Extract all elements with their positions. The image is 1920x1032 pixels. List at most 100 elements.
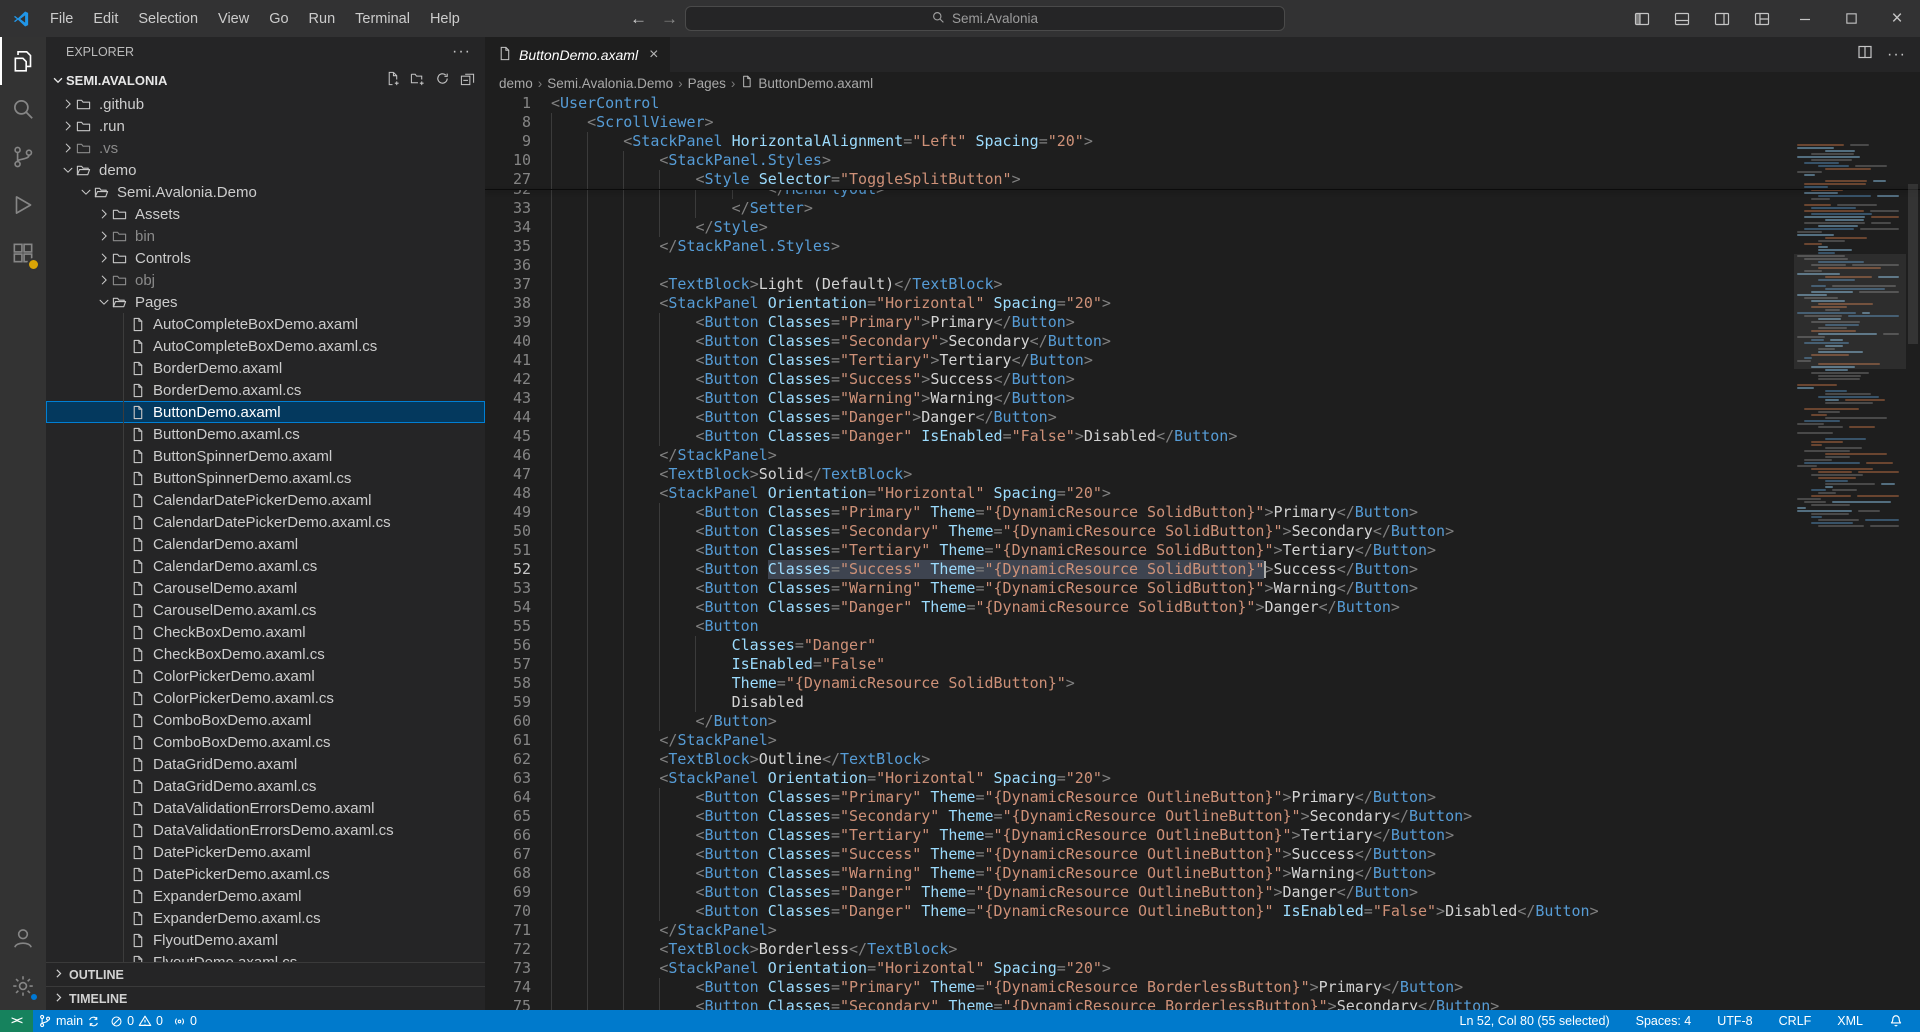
go-back-button[interactable]: ← [630, 9, 647, 29]
breadcrumb-item-pages[interactable]: Pages [688, 76, 726, 91]
tree-file-datavalidationerrorsdemo-axaml-cs[interactable]: DataValidationErrorsDemo.axaml.cs [46, 819, 485, 841]
code-line-39[interactable]: 39 <Button Classes="Primary">Primary</Bu… [485, 313, 1920, 332]
code-line-56[interactable]: 56 Classes="Danger" [485, 636, 1920, 655]
outline-section[interactable]: OUTLINE [46, 962, 485, 986]
code-line-63[interactable]: 63 <StackPanel Orientation="Horizontal" … [485, 769, 1920, 788]
chevron-down-icon[interactable] [60, 162, 76, 178]
menu-run[interactable]: Run [299, 6, 346, 32]
toggle-panel-icon[interactable] [1662, 0, 1702, 37]
explorer-more-actions-icon[interactable]: ··· [452, 43, 471, 61]
indentation-indicator[interactable]: Spaces: 4 [1631, 1010, 1697, 1032]
chevron-right-icon[interactable] [96, 250, 112, 266]
tree-file-autocompleteboxdemo-axaml-cs[interactable]: AutoCompleteBoxDemo.axaml.cs [46, 335, 485, 357]
code-line-64[interactable]: 64 <Button Classes="Primary" Theme="{Dyn… [485, 788, 1920, 807]
toggle-primary-sidebar-icon[interactable] [1622, 0, 1662, 37]
code-line-72[interactable]: 72 <TextBlock>Borderless</TextBlock> [485, 940, 1920, 959]
menu-help[interactable]: Help [420, 6, 470, 32]
search-box[interactable]: Semi.Avalonia [685, 6, 1285, 31]
tree-file-buttonspinnerdemo-axaml[interactable]: ButtonSpinnerDemo.axaml [46, 445, 485, 467]
go-forward-button[interactable]: → [661, 9, 678, 29]
branch-indicator[interactable]: main [33, 1010, 105, 1032]
code-line-75[interactable]: 75 <Button Classes="Secondary" Theme="{D… [485, 997, 1920, 1010]
activity-explorer-icon[interactable] [0, 37, 46, 85]
problems-indicator[interactable]: 0 0 [105, 1010, 168, 1032]
new-folder-icon[interactable] [410, 71, 425, 89]
tree-folder-assets[interactable]: Assets [46, 203, 485, 225]
minimap-slider[interactable] [1794, 254, 1906, 369]
tree-file-datagriddemo-axaml-cs[interactable]: DataGridDemo.axaml.cs [46, 775, 485, 797]
minimize-button[interactable] [1782, 0, 1828, 37]
cursor-position[interactable]: Ln 52, Col 80 (55 selected) [1455, 1010, 1615, 1032]
chevron-right-icon[interactable] [60, 96, 76, 112]
chevron-right-icon[interactable] [96, 228, 112, 244]
encoding-indicator[interactable]: UTF-8 [1712, 1010, 1757, 1032]
activity-search-icon[interactable] [0, 85, 46, 133]
tab-buttondemo-axaml[interactable]: ButtonDemo.axaml × [485, 37, 670, 72]
code-line-42[interactable]: 42 <Button Classes="Success">Success</Bu… [485, 370, 1920, 389]
code-line-36[interactable]: 36 [485, 256, 1920, 275]
collapse-folders-icon[interactable] [460, 71, 475, 89]
menu-go[interactable]: Go [259, 6, 298, 32]
menu-file[interactable]: File [40, 6, 83, 32]
code-line-38[interactable]: 38 <StackPanel Orientation="Horizontal" … [485, 294, 1920, 313]
split-editor-icon[interactable] [1857, 44, 1873, 65]
settings-gear-icon[interactable] [0, 962, 46, 1010]
timeline-section[interactable]: TIMELINE [46, 986, 485, 1010]
code-line-45[interactable]: 45 <Button Classes="Danger" IsEnabled="F… [485, 427, 1920, 446]
tree-file-expanderdemo-axaml-cs[interactable]: ExpanderDemo.axaml.cs [46, 907, 485, 929]
code-line-60[interactable]: 60 </Button> [485, 712, 1920, 731]
tab-close-icon[interactable]: × [649, 46, 658, 64]
minimap[interactable] [1794, 144, 1906, 534]
code-line-51[interactable]: 51 <Button Classes="Tertiary" Theme="{Dy… [485, 541, 1920, 560]
remote-indicator[interactable]: >< [0, 1010, 33, 1032]
code-line-53[interactable]: 53 <Button Classes="Warning" Theme="{Dyn… [485, 579, 1920, 598]
tree-file-calendardatepickerdemo-axaml[interactable]: CalendarDatePickerDemo.axaml [46, 489, 485, 511]
code-line-44[interactable]: 44 <Button Classes="Danger">Danger</Butt… [485, 408, 1920, 427]
ports-indicator[interactable]: 0 [168, 1010, 202, 1032]
tree-folder-controls[interactable]: Controls [46, 247, 485, 269]
activity-run-debug-icon[interactable] [0, 181, 46, 229]
code-line-1[interactable]: 1<UserControl [485, 94, 1920, 113]
tree-file-datepickerdemo-axaml[interactable]: DatePickerDemo.axaml [46, 841, 485, 863]
code-line-62[interactable]: 62 <TextBlock>Outline</TextBlock> [485, 750, 1920, 769]
code-line-70[interactable]: 70 <Button Classes="Danger" Theme="{Dyna… [485, 902, 1920, 921]
tree-folder--run[interactable]: .run [46, 115, 485, 137]
code-line-58[interactable]: 58 Theme="{DynamicResource SolidButton}"… [485, 674, 1920, 693]
menu-selection[interactable]: Selection [128, 6, 208, 32]
code-line-40[interactable]: 40 <Button Classes="Secondary">Secondary… [485, 332, 1920, 351]
code-line-43[interactable]: 43 <Button Classes="Warning">Warning</Bu… [485, 389, 1920, 408]
tree-folder--github[interactable]: .github [46, 93, 485, 115]
breadcrumb-item-buttondemo-axaml[interactable]: ButtonDemo.axaml [740, 75, 873, 91]
code-line-52[interactable]: 52 <Button Classes="Success" Theme="{Dyn… [485, 560, 1920, 579]
scrollbar-thumb[interactable] [1908, 184, 1918, 344]
code-line-54[interactable]: 54 <Button Classes="Danger" Theme="{Dyna… [485, 598, 1920, 617]
activity-extensions-icon[interactable] [0, 229, 46, 277]
tree-file-datagriddemo-axaml[interactable]: DataGridDemo.axaml [46, 753, 485, 775]
menu-terminal[interactable]: Terminal [345, 6, 420, 32]
tree-file-flyoutdemo-axaml[interactable]: FlyoutDemo.axaml [46, 929, 485, 951]
tree-file-colorpickerdemo-axaml-cs[interactable]: ColorPickerDemo.axaml.cs [46, 687, 485, 709]
tree-file-borderdemo-axaml-cs[interactable]: BorderDemo.axaml.cs [46, 379, 485, 401]
editor-scrollbar[interactable] [1906, 151, 1920, 1010]
tree-file-datavalidationerrorsdemo-axaml[interactable]: DataValidationErrorsDemo.axaml [46, 797, 485, 819]
maximize-button[interactable] [1828, 0, 1874, 37]
tree-file-calendardemo-axaml-cs[interactable]: CalendarDemo.axaml.cs [46, 555, 485, 577]
code-line-8[interactable]: 8 <ScrollViewer> [485, 113, 1920, 132]
customize-layout-icon[interactable] [1742, 0, 1782, 37]
code-line-50[interactable]: 50 <Button Classes="Secondary" Theme="{D… [485, 522, 1920, 541]
code-line-66[interactable]: 66 <Button Classes="Tertiary" Theme="{Dy… [485, 826, 1920, 845]
new-file-icon[interactable] [385, 71, 400, 89]
code-line-59[interactable]: 59 Disabled [485, 693, 1920, 712]
tree-file-carouseldemo-axaml[interactable]: CarouselDemo.axaml [46, 577, 485, 599]
tree-file-comboboxdemo-axaml-cs[interactable]: ComboBoxDemo.axaml.cs [46, 731, 485, 753]
chevron-down-icon[interactable] [96, 294, 112, 310]
tree-file-buttondemo-axaml[interactable]: ButtonDemo.axaml [46, 401, 485, 423]
tree-file-checkboxdemo-axaml-cs[interactable]: CheckBoxDemo.axaml.cs [46, 643, 485, 665]
tree-folder-semi-avalonia-demo[interactable]: Semi.Avalonia.Demo [46, 181, 485, 203]
tree-file-borderdemo-axaml[interactable]: BorderDemo.axaml [46, 357, 485, 379]
code-line-68[interactable]: 68 <Button Classes="Warning" Theme="{Dyn… [485, 864, 1920, 883]
tree-file-calendardatepickerdemo-axaml-cs[interactable]: CalendarDatePickerDemo.axaml.cs [46, 511, 485, 533]
code-line-33[interactable]: 33 </Setter> [485, 199, 1920, 218]
tree-folder-demo[interactable]: demo [46, 159, 485, 181]
code-line-27[interactable]: 27 <Style Selector="ToggleSplitButton"> [485, 170, 1920, 189]
